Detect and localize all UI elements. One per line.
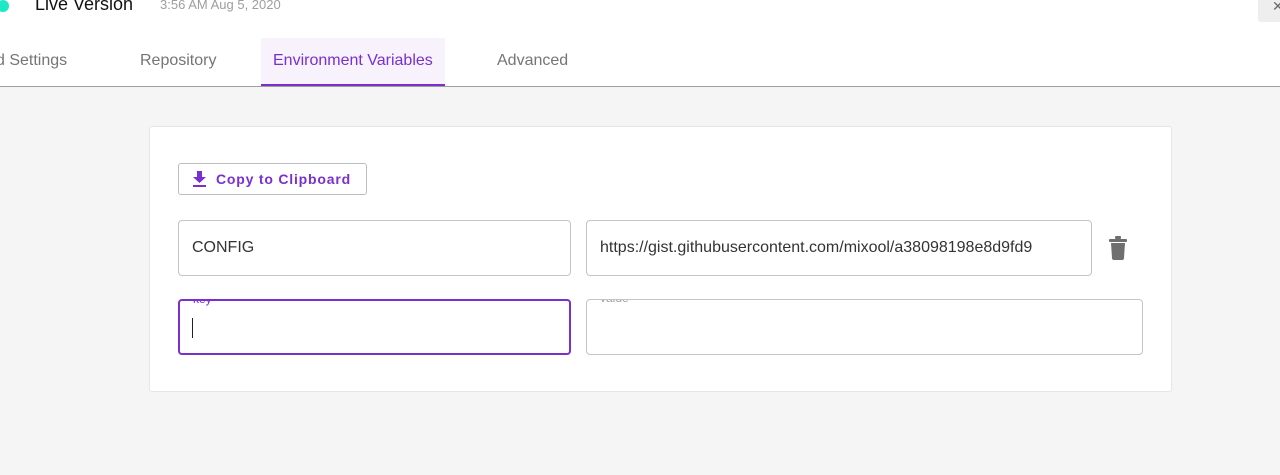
text-cursor — [192, 318, 193, 338]
copy-button-label: Copy to Clipboard — [216, 171, 351, 187]
tab-environment-variables[interactable]: Environment Variables — [261, 38, 445, 86]
tab-build-settings[interactable]: d Settings — [0, 38, 67, 86]
tab-label: Advanced — [497, 52, 569, 69]
new-key-label: key — [189, 301, 216, 306]
close-icon: ✕ — [1272, 0, 1280, 14]
env-value-field[interactable]: https://gist.githubusercontent.com/mixoo… — [586, 220, 1092, 276]
tab-label: Repository — [140, 52, 217, 69]
version-timestamp: 3:56 AM Aug 5, 2020 — [160, 0, 281, 12]
version-header: Live Version 3:56 AM Aug 5, 2020 ✕ d Set… — [0, 0, 1280, 87]
env-key-value: CONFIG — [192, 239, 255, 256]
env-key-field[interactable]: CONFIG — [178, 220, 571, 276]
version-title: Live Version — [35, 0, 134, 14]
tab-repository[interactable]: Repository — [140, 38, 216, 86]
download-icon — [193, 171, 206, 187]
tab-label: Environment Variables — [273, 52, 433, 69]
tab-advanced[interactable]: Advanced — [497, 38, 568, 86]
new-value-input[interactable]: value — [586, 299, 1143, 355]
trash-icon[interactable] — [1108, 236, 1128, 260]
new-value-label: value — [596, 300, 633, 305]
status-dot-icon — [0, 0, 9, 12]
close-button[interactable]: ✕ — [1258, 0, 1280, 22]
copy-to-clipboard-button[interactable]: Copy to Clipboard — [178, 163, 367, 195]
env-value-value: https://gist.githubusercontent.com/mixoo… — [600, 239, 1033, 256]
tab-label: d Settings — [0, 52, 68, 69]
new-key-input[interactable]: key — [178, 299, 571, 355]
